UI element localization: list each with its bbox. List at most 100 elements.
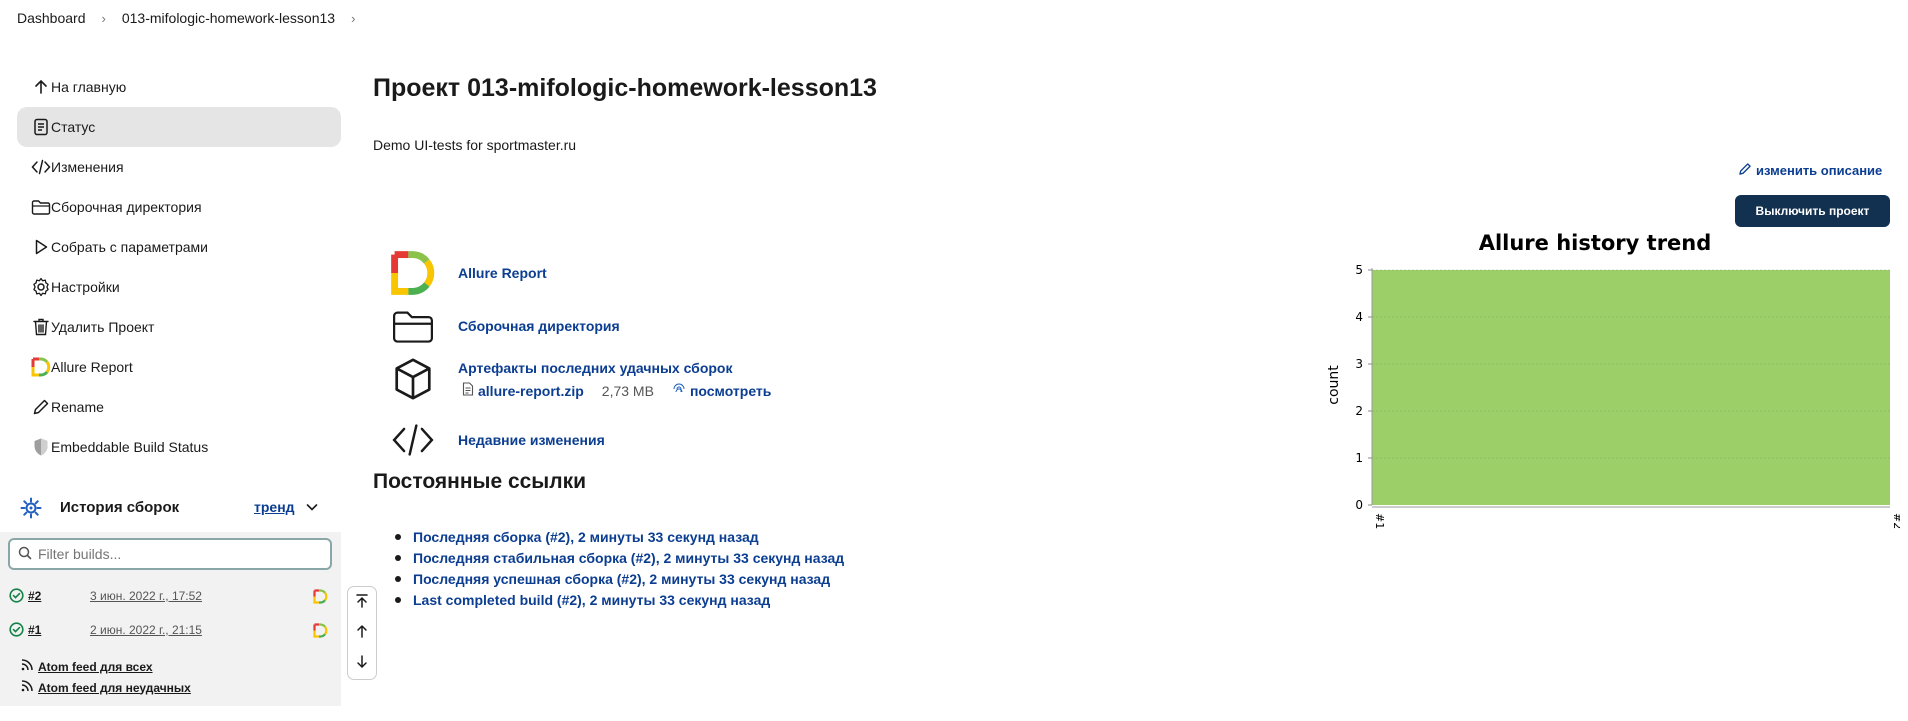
- list-item: Последняя стабильная сборка (#2), 2 мину…: [395, 547, 844, 568]
- chart-y-tick-label: 2: [1355, 404, 1363, 418]
- sidebar-item-workspace[interactable]: Сборочная директория: [17, 187, 341, 227]
- permalink-last-successful[interactable]: Последняя успешная сборка (#2), 2 минуты…: [413, 571, 830, 587]
- sidebar-item-embeddable-build-status[interactable]: Embeddable Build Status: [17, 427, 341, 467]
- success-icon: [9, 622, 24, 640]
- allure-icon[interactable]: [313, 589, 328, 607]
- atom-feed-all-link[interactable]: Atom feed для всех: [20, 656, 191, 677]
- breadcrumb-project[interactable]: 013-mifologic-homework-lesson13: [122, 10, 335, 26]
- filter-builds-input[interactable]: [38, 546, 318, 562]
- sidebar-item-build-with-params[interactable]: Собрать с параметрами: [17, 227, 341, 267]
- sidebar-item-label: Статус: [51, 119, 96, 135]
- build-history-header: История сборок тренд: [0, 482, 341, 532]
- action-allure-report[interactable]: Allure Report: [390, 250, 547, 296]
- file-icon: [462, 382, 474, 399]
- shield-icon: [31, 437, 51, 457]
- artifact-file-link[interactable]: allure-report.zip: [478, 383, 584, 399]
- chart-y-tick-label: 3: [1355, 357, 1363, 371]
- chart-y-axis-label: count: [1326, 365, 1342, 405]
- search-icon: [18, 546, 32, 563]
- chart-y-tick-label: 5: [1355, 263, 1363, 277]
- atom-feeds: Atom feed для всех Atom feed для неудачн…: [20, 656, 191, 698]
- code-icon: [31, 157, 51, 177]
- build-history-title: История сборок: [60, 498, 180, 516]
- chart-y-tick-label: 4: [1355, 310, 1363, 324]
- action-label[interactable]: Недавние изменения: [458, 432, 605, 448]
- arrow-up-icon: [31, 77, 51, 97]
- chart-x-tick-label: #1: [1373, 513, 1386, 529]
- sidebar-item-settings[interactable]: Настройки: [17, 267, 341, 307]
- chart-y-tick-label: 0: [1355, 498, 1363, 512]
- trend-link[interactable]: тренд: [254, 499, 295, 515]
- build-history-icon: [20, 497, 42, 522]
- sidebar-item-status[interactable]: Статус: [17, 107, 341, 147]
- build-row[interactable]: #1 2 июн. 2022 г., 21:15: [0, 614, 341, 646]
- build-row[interactable]: #2 3 июн. 2022 г., 17:52: [0, 580, 341, 612]
- sidebar-item-label: Allure Report: [51, 359, 133, 375]
- sidebar-item-label: Настройки: [51, 279, 120, 295]
- action-artifacts: Артефакты последних удачных сборок: [390, 356, 732, 402]
- box-icon: [390, 356, 436, 402]
- build-date-link[interactable]: 2 июн. 2022 г., 21:15: [90, 623, 202, 637]
- play-icon: [31, 237, 51, 257]
- filter-builds-field[interactable]: [8, 538, 332, 570]
- sidebar-item-changes[interactable]: Изменения: [17, 147, 341, 187]
- folder-icon: [31, 197, 51, 217]
- build-number-link[interactable]: #1: [28, 623, 41, 637]
- action-label[interactable]: Allure Report: [458, 265, 547, 281]
- sidebar-item-delete-project[interactable]: Удалить Проект: [17, 307, 341, 347]
- scroll-top-icon[interactable]: [354, 593, 370, 612]
- permalink-last-stable[interactable]: Последняя стабильная сборка (#2), 2 мину…: [413, 550, 844, 566]
- page-title: Проект 013-mifologic-homework-lesson13: [373, 74, 877, 102]
- breadcrumb-dashboard[interactable]: Dashboard: [17, 10, 86, 26]
- sidebar-item-home[interactable]: На главную: [17, 67, 341, 107]
- pencil-icon: [31, 397, 51, 417]
- atom-feed-failed-link[interactable]: Atom feed для неудачных: [20, 677, 191, 698]
- fingerprint-icon[interactable]: [672, 382, 686, 399]
- chevron-down-icon[interactable]: [305, 500, 319, 517]
- build-number-link[interactable]: #2: [28, 589, 41, 603]
- artifact-line: allure-report.zip 2,73 MB посмотреть: [462, 382, 771, 399]
- allure-icon[interactable]: [313, 623, 328, 641]
- chevron-right-icon: ›: [101, 10, 106, 26]
- list-item: Последняя сборка (#2), 2 минуты 33 секун…: [395, 526, 844, 547]
- sidebar-item-label: Изменения: [51, 159, 124, 175]
- allure-icon: [31, 357, 51, 377]
- scroll-down-icon[interactable]: [354, 654, 370, 673]
- action-label[interactable]: Артефакты последних удачных сборок: [458, 360, 732, 376]
- edit-description-link[interactable]: изменить описание: [1738, 162, 1882, 179]
- artifact-size: 2,73 MB: [601, 382, 654, 399]
- action-workspace[interactable]: Сборочная директория: [390, 303, 620, 349]
- sidebar-item-allure-report[interactable]: Allure Report: [17, 347, 341, 387]
- scroll-up-icon[interactable]: [354, 623, 370, 642]
- rss-icon: [20, 658, 34, 675]
- sidebar-item-rename[interactable]: Rename: [17, 387, 341, 427]
- folder-icon: [390, 303, 436, 349]
- chart-title: Allure history trend: [1479, 231, 1712, 255]
- chevron-right-icon[interactable]: ›: [351, 11, 355, 26]
- list-item: Последняя успешная сборка (#2), 2 минуты…: [395, 568, 844, 589]
- chart-x-tick-label: #2: [1891, 513, 1900, 529]
- sidebar: На главную Статус Изменения Сборочная ди…: [17, 67, 341, 467]
- disable-project-button[interactable]: Выключить проект: [1735, 195, 1890, 227]
- allure-history-trend-chart[interactable]: Allure history trend count 0 1 2 3 4 5 #1 #2: [1290, 225, 1904, 535]
- project-description: Demo UI-tests for sportmaster.ru: [373, 137, 577, 153]
- action-label[interactable]: Сборочная директория: [458, 318, 620, 334]
- allure-icon: [390, 250, 436, 296]
- rss-icon: [20, 679, 34, 696]
- sidebar-item-label: Удалить Проект: [51, 319, 155, 335]
- gear-icon: [31, 277, 51, 297]
- permalink-last-completed[interactable]: Last completed build (#2), 2 минуты 33 с…: [413, 592, 770, 608]
- sidebar-item-label: Сборочная директория: [51, 199, 202, 215]
- list-item: Last completed build (#2), 2 минуты 33 с…: [395, 589, 844, 610]
- pencil-icon: [1738, 162, 1752, 179]
- scroll-controls: [347, 586, 377, 680]
- code-icon: [390, 417, 436, 463]
- sidebar-item-label: На главную: [51, 79, 127, 95]
- permalinks-title: Постоянные ссылки: [373, 470, 587, 493]
- sidebar-item-label: Embeddable Build Status: [51, 439, 209, 455]
- artifact-view-link[interactable]: посмотреть: [690, 383, 771, 399]
- permalinks-list: Последняя сборка (#2), 2 минуты 33 секун…: [395, 526, 844, 610]
- action-recent-changes[interactable]: Недавние изменения: [390, 417, 605, 463]
- permalink-last-build[interactable]: Последняя сборка (#2), 2 минуты 33 секун…: [413, 529, 759, 545]
- build-date-link[interactable]: 3 июн. 2022 г., 17:52: [90, 589, 202, 603]
